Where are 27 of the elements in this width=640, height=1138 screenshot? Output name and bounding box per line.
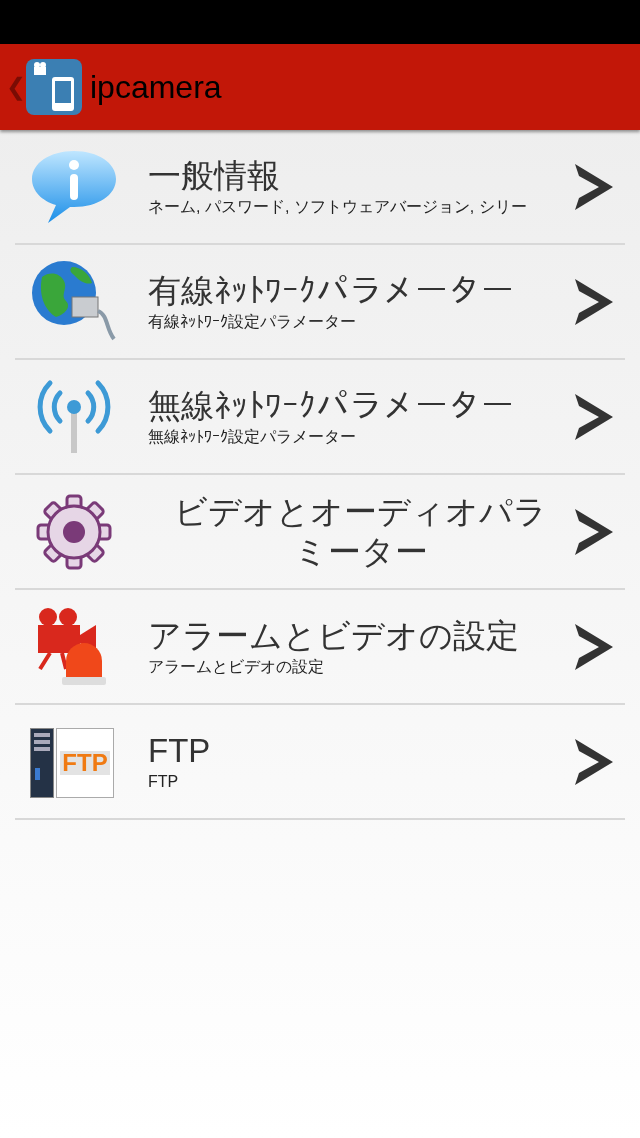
server-icon — [30, 727, 54, 798]
menu-item[interactable]: ビデオとオーディオパラミーター — [15, 475, 625, 590]
chevron-right-icon — [573, 621, 613, 672]
item-subtitle: アラームとビデオの設定 — [148, 656, 324, 677]
menu-item[interactable]: 一般情報 ネーム, パスワード, ソフトウェアバージョン, シリー — [15, 130, 625, 245]
menu-item[interactable]: 無線ﾈｯﾄﾜｰｸパラメーター 無線ﾈｯﾄﾜｰｸ設定パラメーター — [15, 360, 625, 475]
app-title: ipcamera — [90, 68, 222, 107]
item-title: 一般情報 — [148, 155, 280, 196]
chevron-right-icon — [573, 161, 613, 212]
ftp-label: FTP — [60, 750, 110, 775]
item-title: ビデオとオーディオパラミーター — [173, 491, 548, 572]
chevron-right-icon — [573, 736, 613, 787]
chevron-right-icon — [573, 276, 613, 327]
menu-item[interactable]: FTP FTP FTP — [15, 705, 625, 820]
item-subtitle: FTP — [148, 771, 179, 792]
item-title: FTP — [148, 730, 211, 771]
chevron-right-icon — [573, 506, 613, 557]
item-title: アラームとビデオの設定 — [148, 615, 519, 656]
menu-item[interactable]: 有線ﾈｯﾄﾜｰｸパラメーター 有線ﾈｯﾄﾜｰｸ設定パラメーター — [15, 245, 625, 360]
item-title: 無線ﾈｯﾄﾜｰｸパラメーター — [148, 385, 514, 426]
item-subtitle: 無線ﾈｯﾄﾜｰｸ設定パラメーター — [148, 426, 356, 447]
camera-phone-icon — [26, 59, 82, 115]
item-subtitle: 有線ﾈｯﾄﾜｰｸ設定パラメーター — [148, 311, 356, 332]
menu-item[interactable]: アラームとビデオの設定 アラームとビデオの設定 — [15, 590, 625, 705]
item-subtitle: ネーム, パスワード, ソフトウェアバージョン, シリー — [148, 196, 527, 217]
chevron-right-icon — [573, 391, 613, 442]
item-title: 有線ﾈｯﾄﾜｰｸパラメーター — [148, 270, 514, 311]
